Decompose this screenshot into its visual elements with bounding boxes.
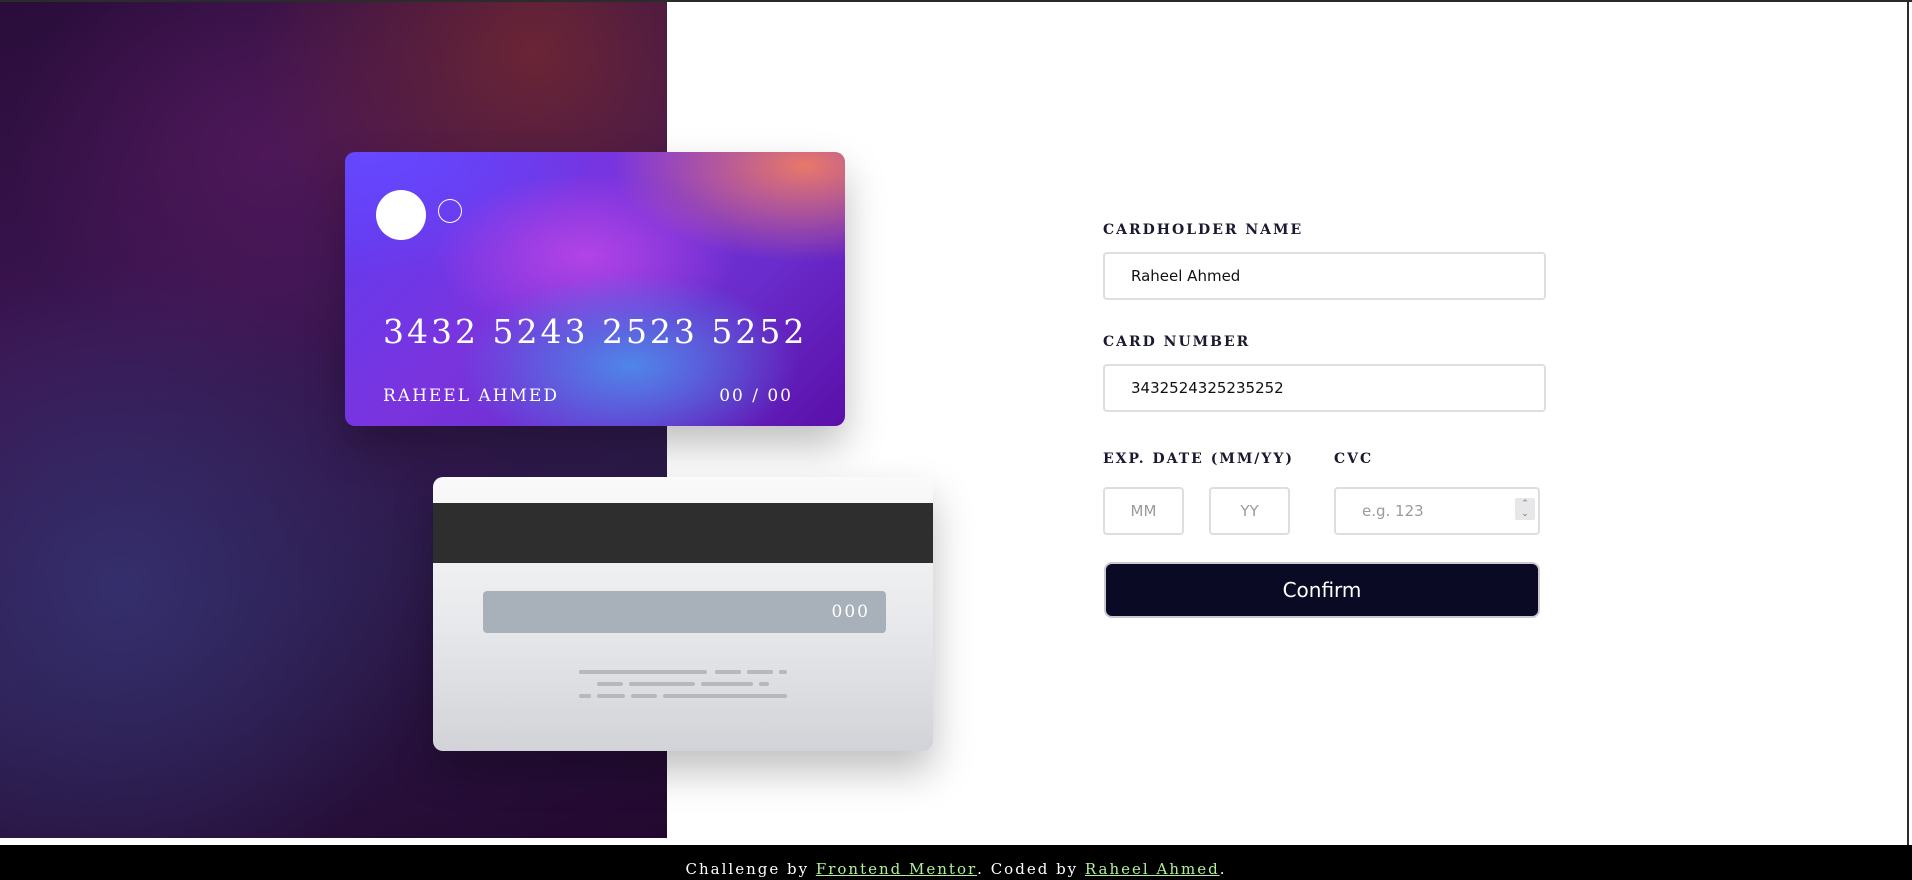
- card-holder-display: Raheel Ahmed: [383, 386, 559, 406]
- card-front: 3432 5243 2523 5252 Raheel Ahmed 00 / 00: [345, 152, 845, 426]
- up-down-chevron-icon[interactable]: ⌃ ⌄: [1515, 498, 1535, 520]
- card-back-pattern-lines: [579, 670, 787, 698]
- cardholder-name-label: Cardholder Name: [1103, 222, 1304, 238]
- footer-suffix-text: .: [1219, 859, 1227, 878]
- footer-middle-text: . Coded by: [977, 859, 1085, 878]
- card-logo-outline-circle-icon: [438, 199, 462, 223]
- attribution-footer: Challenge by Frontend Mentor . Coded by …: [0, 845, 1912, 880]
- card-back: 000: [433, 477, 933, 751]
- card-number-label: Card Number: [1103, 334, 1251, 350]
- card-number-input[interactable]: [1103, 364, 1546, 412]
- footer-prefix-text: Challenge by: [685, 859, 816, 878]
- card-number-display: 3432 5243 2523 5252: [383, 312, 808, 351]
- cvc-label: CVC: [1334, 451, 1374, 467]
- right-border: [1907, 0, 1909, 845]
- exp-year-input[interactable]: [1209, 487, 1290, 535]
- confirm-button[interactable]: Confirm: [1104, 562, 1540, 618]
- author-link[interactable]: Raheel Ahmed: [1085, 860, 1220, 878]
- exp-date-label: Exp. Date (MM/YY): [1103, 451, 1295, 467]
- card-expiry-display: 00 / 00: [719, 386, 793, 406]
- cardholder-name-input[interactable]: [1103, 252, 1546, 300]
- cvc-input[interactable]: [1334, 487, 1540, 535]
- exp-month-input[interactable]: [1103, 487, 1184, 535]
- frontend-mentor-link[interactable]: Frontend Mentor: [816, 860, 977, 878]
- card-logo-filled-circle-icon: [376, 190, 426, 240]
